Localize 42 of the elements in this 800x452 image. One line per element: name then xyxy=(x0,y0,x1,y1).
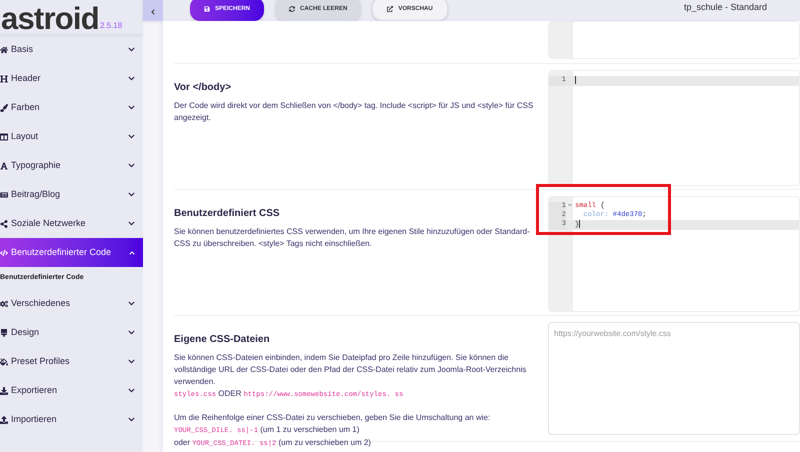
css-files-field[interactable]: https://yourwebsite.com/style.css xyxy=(548,322,800,435)
sidebar-item[interactable]: Beitrag/Blog xyxy=(0,180,143,209)
save-icon xyxy=(204,6,210,12)
sidebar-item[interactable]: Design xyxy=(0,318,143,347)
description-text: Sie können benutzerdefiniertes CSS verwenden, um Ihre eigenen Stile hinzuzufügen oder Standard-CSS zu überschreiben. <style> Tags nicht einschließen. xyxy=(174,226,531,250)
sidebar-item[interactable]: Preset Profiles xyxy=(0,347,143,376)
newspaper-icon xyxy=(0,190,8,198)
code-editor[interactable] xyxy=(548,21,800,59)
sidebar-item[interactable]: Benutzerdefinierter Code xyxy=(0,238,143,267)
external-link-icon xyxy=(387,6,394,12)
download-icon xyxy=(0,386,8,394)
brush-icon xyxy=(0,328,8,336)
collapse-button[interactable] xyxy=(143,0,163,21)
upload-icon xyxy=(0,416,8,424)
refresh-icon xyxy=(289,6,296,12)
sidebar-item[interactable]: Farben xyxy=(0,93,143,122)
description-text: Der Code wird direkt vor dem Schließen von </body> tag. Include <script> für JS und <style> für CSS angezeigt. xyxy=(174,100,534,124)
sidebar-item[interactable]: Header xyxy=(0,64,143,93)
sidebar-item[interactable]: Importieren xyxy=(0,405,143,434)
brush-icon xyxy=(0,104,8,112)
sidebar-item[interactable]: Basis xyxy=(0,35,143,64)
share-icon xyxy=(0,220,8,228)
template-title: tp_schule - Standard xyxy=(684,1,767,14)
sidebar-item[interactable]: Exportieren xyxy=(0,376,143,405)
version-label: 2.5.18 xyxy=(100,20,122,32)
section-title: Vor </body> xyxy=(174,81,232,95)
sidebar-item[interactable]: Verschiedenes xyxy=(0,289,143,318)
section-title: Eigene CSS-Dateien xyxy=(174,333,271,347)
paint-drip-icon xyxy=(0,358,8,366)
section-title: Benutzerdefiniert CSS xyxy=(174,207,281,221)
logo-text: astroid xyxy=(1,3,99,34)
heading-icon xyxy=(0,74,8,82)
code-line xyxy=(573,76,576,86)
cogs-icon xyxy=(0,300,8,308)
sidebar-item[interactable]: Typographie xyxy=(0,151,143,180)
sidebar-item[interactable]: Layout xyxy=(0,122,143,151)
home-icon xyxy=(0,46,8,54)
code-icon xyxy=(0,248,8,256)
chevron-left-icon xyxy=(150,9,156,15)
columns-icon xyxy=(0,132,8,140)
sidebar-item[interactable]: Soziale Netzwerke xyxy=(0,209,143,238)
font-icon xyxy=(0,162,8,170)
